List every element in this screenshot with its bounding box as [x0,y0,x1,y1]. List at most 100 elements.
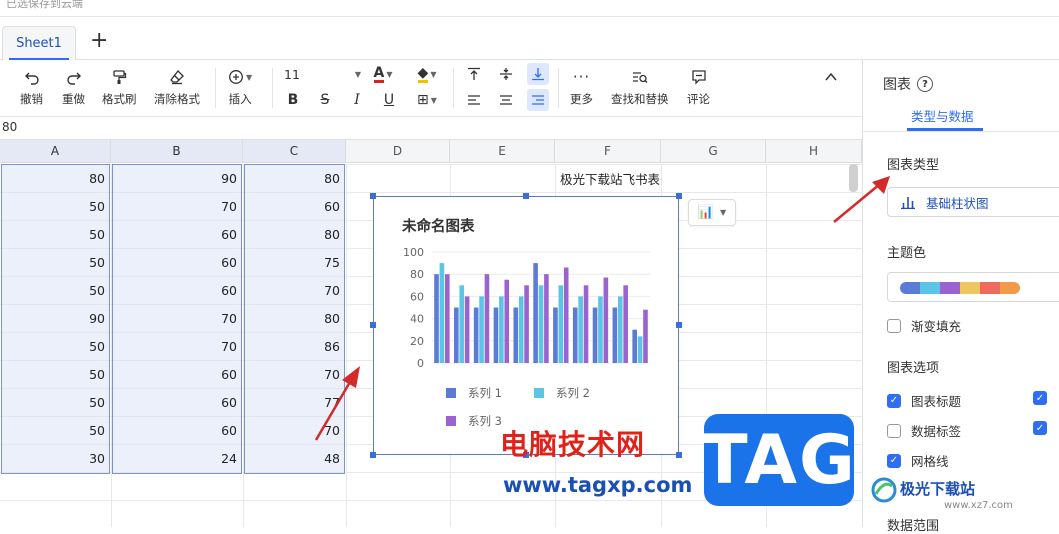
bar-series-2-cat-3 [479,296,484,363]
cell-b7[interactable]: 70 [111,332,243,360]
column-header-e[interactable]: E [450,140,555,163]
font-size-select[interactable]: 11 [284,63,300,85]
strikethrough-button[interactable]: S [314,89,336,111]
comment-label: 评论 [687,92,710,106]
add-sheet-button[interactable]: + [90,29,108,53]
gradient-fill-checkbox[interactable]: 渐变填充 [887,316,961,335]
comment-icon [691,66,707,88]
cell-a10[interactable]: 50 [0,416,111,444]
sheet-tab-bar: Sheet1 + [0,17,1059,60]
cell-a2[interactable]: 50 [0,192,111,220]
font-color-button[interactable]: A ▼ [366,63,400,85]
bar-series-3-cat-11 [643,309,648,363]
grid-col-line [346,164,347,527]
gridlines-checkbox[interactable]: ✓ 网格线 [887,451,949,470]
bar-series-1-cat-5 [513,307,519,363]
resize-handle[interactable] [523,193,529,199]
bar-series-3-cat-8 [583,285,589,363]
resize-handle[interactable] [370,322,376,328]
cell-a3[interactable]: 50 [0,220,111,248]
cell-b3[interactable]: 60 [111,220,243,248]
align-right-button[interactable] [527,89,549,111]
cell-b11[interactable]: 24 [111,444,243,472]
column-header-g[interactable]: G [661,140,766,163]
bar-series-2-cat-5 [518,296,524,363]
bold-button[interactable]: B [282,89,304,111]
cell-a7[interactable]: 50 [0,332,111,360]
chart-title-checkbox[interactable]: ✓ 图表标题 [887,391,961,410]
align-left-button[interactable] [463,89,485,111]
palette-swatch [1000,282,1020,294]
cell-a11[interactable]: 30 [0,444,111,472]
column-header-a[interactable]: A [0,140,111,163]
cell-c3[interactable]: 80 [243,220,346,248]
resize-handle[interactable] [676,322,682,328]
column-header-d[interactable]: D [346,140,450,163]
column-header-c[interactable]: C [243,140,346,163]
y-tick-label: 80 [410,268,424,281]
cell-b9[interactable]: 60 [111,388,243,416]
cell-a6[interactable]: 90 [0,304,111,332]
collapse-toolbar-button[interactable] [820,66,842,88]
align-top-button[interactable] [463,63,485,85]
formula-bar[interactable]: 80 [0,117,862,140]
clear-format-button[interactable]: 清除格式 [154,66,200,107]
fill-color-button[interactable]: ◆ ▼ [410,63,444,85]
find-replace-button[interactable]: 查找和替换 [611,66,669,107]
underline-button[interactable]: U [378,89,400,111]
cell-c11[interactable]: 48 [243,444,346,472]
resize-handle[interactable] [676,193,682,199]
cell-c1[interactable]: 80 [243,164,346,192]
comment-button[interactable]: 评论 [687,66,710,107]
column-header-f[interactable]: F [555,140,661,163]
help-icon[interactable]: ? [917,76,933,92]
legend-checkbox[interactable]: ✓ [1033,391,1057,405]
find-replace-icon [632,66,648,88]
cell-b1[interactable]: 90 [111,164,243,192]
y-tick-label: 20 [410,335,424,348]
italic-button[interactable]: I [346,89,368,111]
cell-c4[interactable]: 75 [243,248,346,276]
cell-c6[interactable]: 80 [243,304,346,332]
cell-c2[interactable]: 60 [243,192,346,220]
theme-color-select[interactable] [887,272,1059,302]
chart-type-quick-button[interactable]: 📊 ▼ [688,199,736,226]
border-button[interactable]: ⊞ ▼ [410,89,444,111]
resize-handle[interactable] [370,193,376,199]
axis-checkbox[interactable]: ✓ [1033,421,1057,435]
chart-type-value: 基础柱状图 [926,195,989,211]
cell-a9[interactable]: 50 [0,388,111,416]
column-header-b[interactable]: B [111,140,243,163]
cell-b5[interactable]: 60 [111,276,243,304]
cell-b10[interactable]: 60 [111,416,243,444]
format-painter-button[interactable]: 格式刷 [102,66,137,107]
column-header-h[interactable]: H [766,140,862,163]
align-middle-button[interactable] [495,63,517,85]
font-size-dropdown[interactable]: ▼ [346,63,368,85]
cell-b2[interactable]: 70 [111,192,243,220]
bar-series-3-cat-3 [484,274,490,363]
sheet-tab-sheet1[interactable]: Sheet1 [2,26,76,60]
cell-a1[interactable]: 80 [0,164,111,192]
redo-button[interactable]: 重做 [62,66,85,107]
undo-button[interactable]: 撤销 [20,66,43,107]
cell-a5[interactable]: 50 [0,276,111,304]
cell-f1[interactable]: 极光下载站飞书表 [555,164,665,192]
cell-c7[interactable]: 86 [243,332,346,360]
cell-b8[interactable]: 60 [111,360,243,388]
cell-a4[interactable]: 50 [0,248,111,276]
insert-button[interactable]: ▼ 插入 [228,66,252,107]
cell-b4[interactable]: 60 [111,248,243,276]
more-button[interactable]: ··· 更多 [570,66,593,107]
align-bottom-button[interactable] [527,63,549,85]
resize-handle[interactable] [370,452,376,458]
cell-a8[interactable]: 50 [0,360,111,388]
data-labels-checkbox[interactable]: 数据标签 [887,421,961,440]
cell-c5[interactable]: 70 [243,276,346,304]
resize-handle[interactable] [676,452,682,458]
tab-type-and-data[interactable]: 类型与数据 [911,106,974,125]
cell-b6[interactable]: 70 [111,304,243,332]
chart-object[interactable]: 未命名图表 0 20 40 60 80 100 系列 1 系列 2 系列 3 [373,196,679,455]
align-center-button[interactable] [495,89,517,111]
chart-type-select[interactable]: 基础柱状图 [887,187,1059,217]
